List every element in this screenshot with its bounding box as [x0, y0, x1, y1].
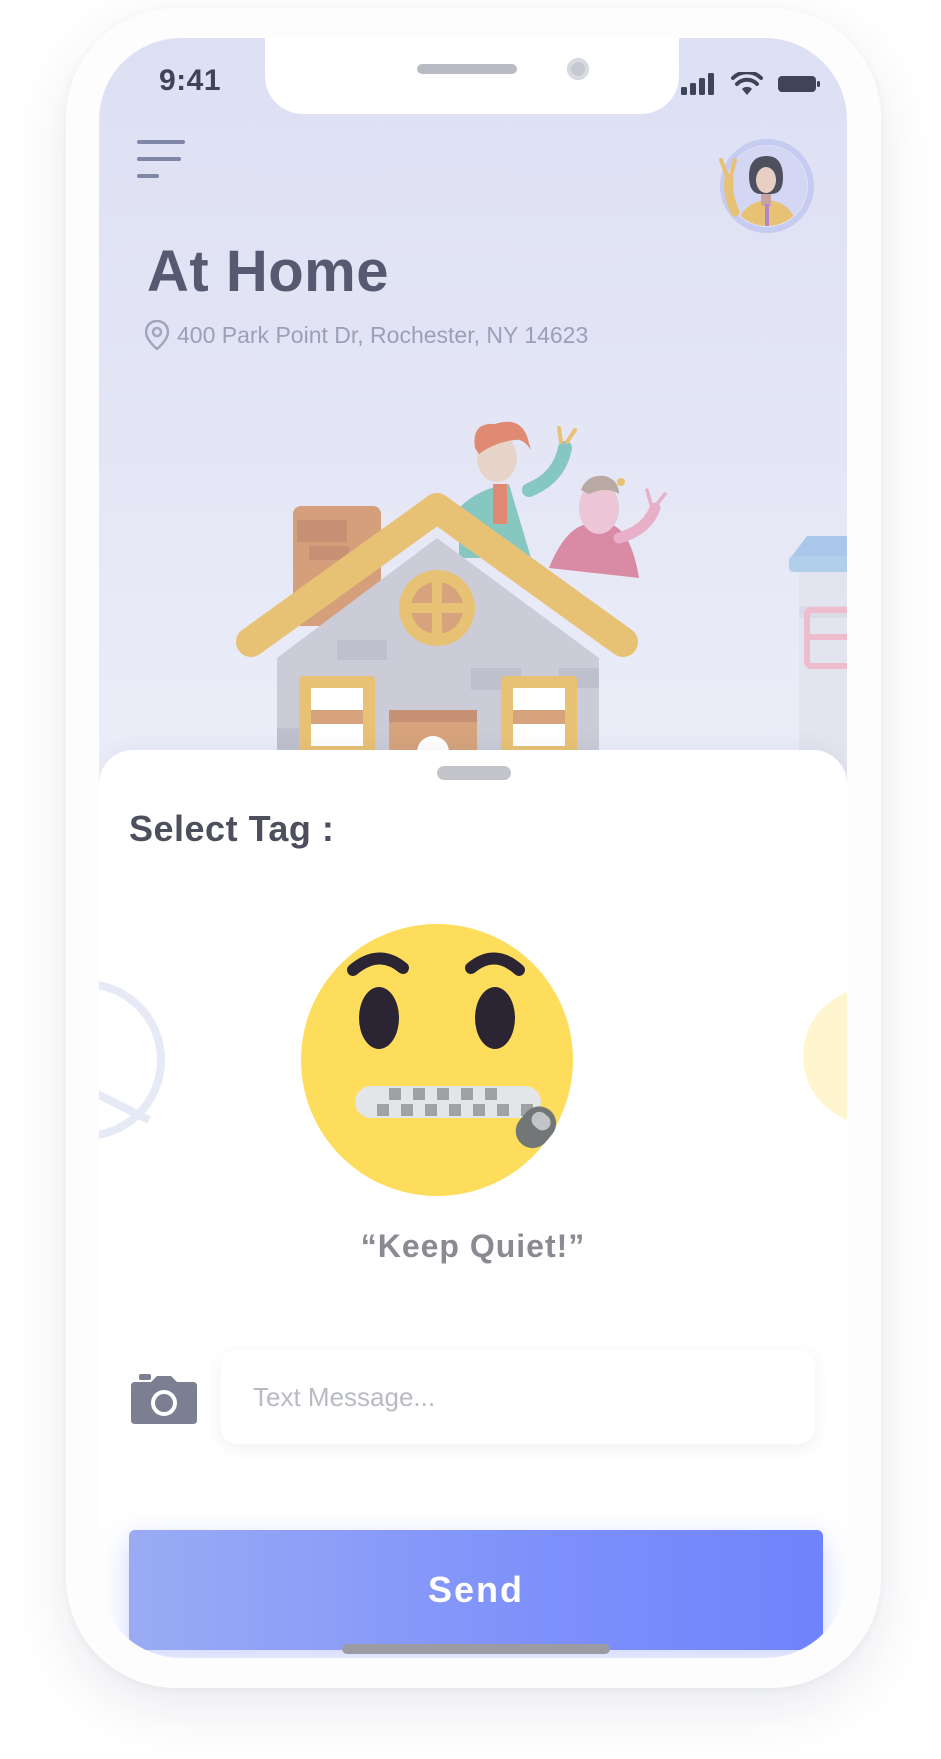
selected-tag-label: “Keep Quiet!” [360, 1228, 586, 1264]
select-tag-heading: Select Tag : [129, 808, 335, 849]
text-message-input[interactable] [221, 1350, 815, 1444]
camera-icon[interactable] [131, 1374, 197, 1424]
hamburger-menu-icon[interactable] [137, 140, 189, 186]
previous-tag-icon [99, 981, 165, 1139]
send-button[interactable]: Send [129, 1530, 823, 1650]
app-screen: 9:41 At Home 400 Park Point Dr, Rocheste… [99, 38, 847, 1658]
notch-camera [567, 58, 589, 80]
address-text: 400 Park Point Dr, Rochester, NY 14623 [177, 321, 589, 348]
cellular-signal-icon [681, 73, 714, 95]
status-time: 9:41 [159, 64, 222, 97]
hero-section: 9:41 At Home 400 Park Point Dr, Rocheste… [99, 38, 847, 798]
address-row: 400 Park Point Dr, Rochester, NY 14623 [145, 320, 588, 350]
notch-speaker [417, 64, 517, 74]
phone-frame: 9:41 At Home 400 Park Point Dr, Rocheste… [66, 8, 881, 1688]
zipper-mouth-face-icon [301, 924, 573, 1196]
user-avatar[interactable] [719, 138, 815, 234]
home-indicator[interactable] [342, 1644, 610, 1654]
tag-bottom-sheet: Select Tag : “Keep Quiet!” Text Message.… [99, 750, 847, 1658]
location-pin-icon [145, 320, 169, 350]
page-title: At Home [147, 239, 389, 304]
wifi-icon [731, 72, 763, 95]
tag-carousel[interactable] [99, 910, 847, 1210]
status-icons [681, 72, 821, 96]
sheet-drag-handle[interactable] [437, 766, 511, 780]
device-notch [265, 38, 679, 114]
next-tag-icon [803, 992, 847, 1120]
battery-icon [778, 76, 820, 92]
house-illustration [236, 421, 847, 798]
